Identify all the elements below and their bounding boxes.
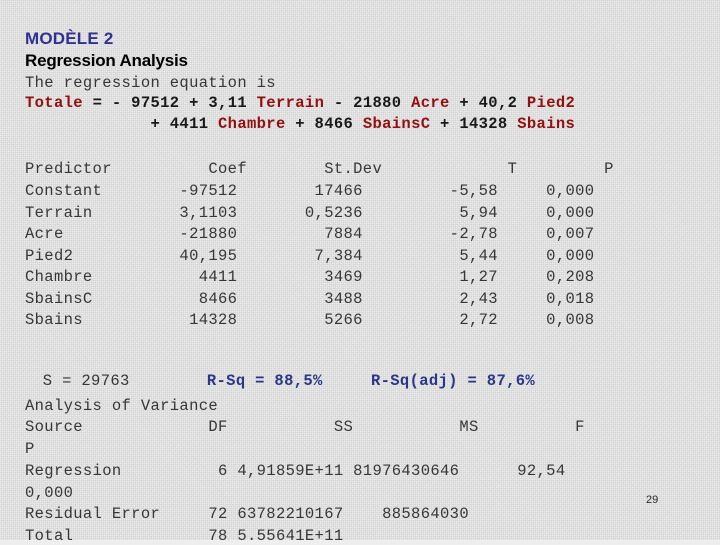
coefficients-table-row: SbainsC 8466 3488 2,43 0,018	[25, 289, 595, 308]
equation-token-part-1: Chambre	[218, 115, 286, 133]
equation-token-part-2: Terrain	[256, 94, 325, 112]
slide-page: MODÈLE 2 Regression Analysis The regress…	[0, 0, 720, 545]
coefficients-table-header: Predictor Coef St.Dev T P	[25, 160, 614, 178]
regression-equation-line-2: + 4411 Chambre + 8466 SbainsC + 14328 Sb…	[25, 115, 575, 133]
equation-token-part-5: + 40,2	[449, 94, 527, 112]
equation-token-part-3: - 21880	[324, 94, 412, 112]
equation-token-part-5: Sbains	[517, 115, 576, 133]
coefficients-table-row: Terrain 3,1103 0,5236 5,94 0,000	[25, 203, 595, 222]
anova-table-row: Total 78 5.55641E+11	[25, 526, 344, 545]
coefficients-table-row: Chambre 4411 3469 1,27 0,208	[25, 268, 595, 286]
equation-token-part-2: + 8466	[285, 115, 363, 133]
standard-error-value: S = 29763	[42, 372, 130, 390]
equation-token-part-6: Pied2	[526, 94, 576, 112]
anova-table-row: 0,000	[25, 483, 74, 502]
anova-title: Analysis of Variance	[25, 397, 219, 415]
equation-token-part-0: + 4411	[25, 115, 219, 133]
coefficients-table-row: Sbains 14328 5266 2,72 0,008	[25, 311, 595, 329]
regression-equation-line-1: Totale = - 97512 + 3,11 Terrain - 21880 …	[25, 94, 575, 112]
equation-token-part-4: + 14328	[430, 115, 518, 133]
anova-table-header-line-1: Source DF SS MS F	[25, 418, 585, 436]
anova-table-row: Regression 6 4,91859E+11 81976430646 92,…	[25, 462, 566, 480]
section-title-regression-analysis: Regression Analysis	[25, 51, 188, 70]
r-squared-adjusted-value: R-Sq(adj) = 87,6%	[370, 372, 536, 390]
coefficients-table-row: Constant -97512 17466 -5,58 0,000	[25, 182, 595, 200]
page-number: 29	[646, 494, 659, 506]
page-title-modele: MODÈLE 2	[25, 29, 114, 48]
coefficients-table-row: Acre -21880 7884 -2,78 0,007	[25, 225, 595, 243]
equation-token-part-3: SbainsC	[362, 115, 431, 133]
equation-token-part-1: = - 97512 + 3,11	[82, 94, 257, 112]
regression-equation-intro: The regression equation is	[25, 74, 276, 92]
coefficients-table-row: Pied2 40,195 7,384 5,44 0,000	[25, 246, 595, 265]
equation-token-part-0: Totale	[25, 94, 83, 112]
anova-table-row: Residual Error 72 63782210167 885864030	[25, 505, 469, 523]
anova-table-header-line-2: P	[25, 440, 35, 458]
equation-token-part-4: Acre	[411, 94, 450, 112]
r-squared-value: R-Sq = 88,5%	[206, 372, 323, 390]
